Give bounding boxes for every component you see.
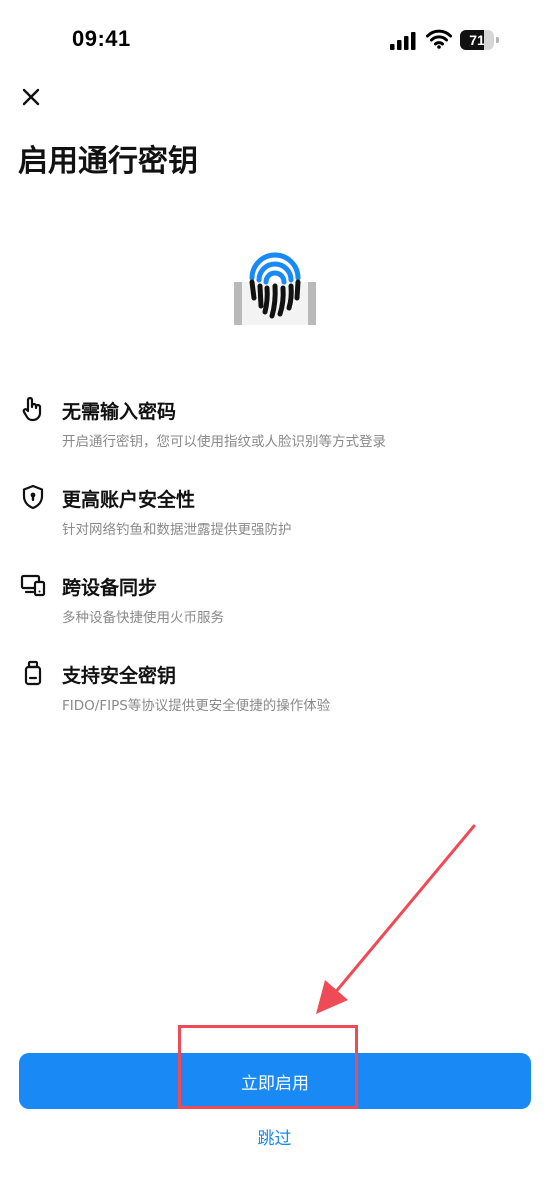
feature-description: 开启通行密钥，您可以使用指纹或人脸识别等方式登录 — [62, 434, 386, 450]
enable-now-button[interactable]: 立即启用 — [19, 1053, 531, 1109]
skip-link[interactable]: 跳过 — [0, 1124, 549, 1149]
battery-indicator: 71 — [460, 30, 500, 50]
feature-description: FIDO/FIPS等协议提供更安全便捷的操作体验 — [62, 698, 331, 714]
feature-title: 支持安全密钥 — [62, 665, 177, 687]
fingerprint-icon — [234, 252, 316, 325]
feature-description: 多种设备快捷使用火币服务 — [62, 610, 224, 626]
feature-item-account-security: 更高账户安全性 针对网络钓鱼和数据泄露提供更强防护 — [0, 480, 549, 540]
battery-level: 71 — [469, 32, 485, 48]
feature-title: 更高账户安全性 — [62, 489, 196, 511]
wifi-icon — [426, 29, 452, 49]
close-icon — [22, 88, 40, 106]
feature-item-security-key: 支持安全密钥 FIDO/FIPS等协议提供更安全便捷的操作体验 — [0, 656, 549, 716]
status-time: 09:41 — [72, 26, 131, 51]
feature-item-cross-device: 跨设备同步 多种设备快捷使用火币服务 — [0, 568, 549, 628]
page-title: 启用通行密钥 — [18, 144, 198, 179]
feature-description: 针对网络钓鱼和数据泄露提供更强防护 — [62, 522, 292, 538]
status-bar: 09:41 71 — [0, 0, 549, 80]
cellular-signal-icon — [390, 32, 416, 50]
devices-sync-icon — [20, 574, 46, 597]
shield-lock-icon — [22, 484, 44, 510]
feature-title: 无需输入密码 — [62, 401, 177, 423]
feature-item-no-password: 无需输入密码 开启通行密钥，您可以使用指纹或人脸识别等方式登录 — [0, 392, 549, 452]
battery-body: 71 — [460, 30, 494, 50]
touch-hand-icon — [22, 396, 42, 422]
security-key-icon — [24, 660, 42, 686]
feature-title: 跨设备同步 — [62, 577, 158, 599]
battery-tip — [496, 37, 499, 43]
close-button[interactable] — [16, 82, 46, 112]
